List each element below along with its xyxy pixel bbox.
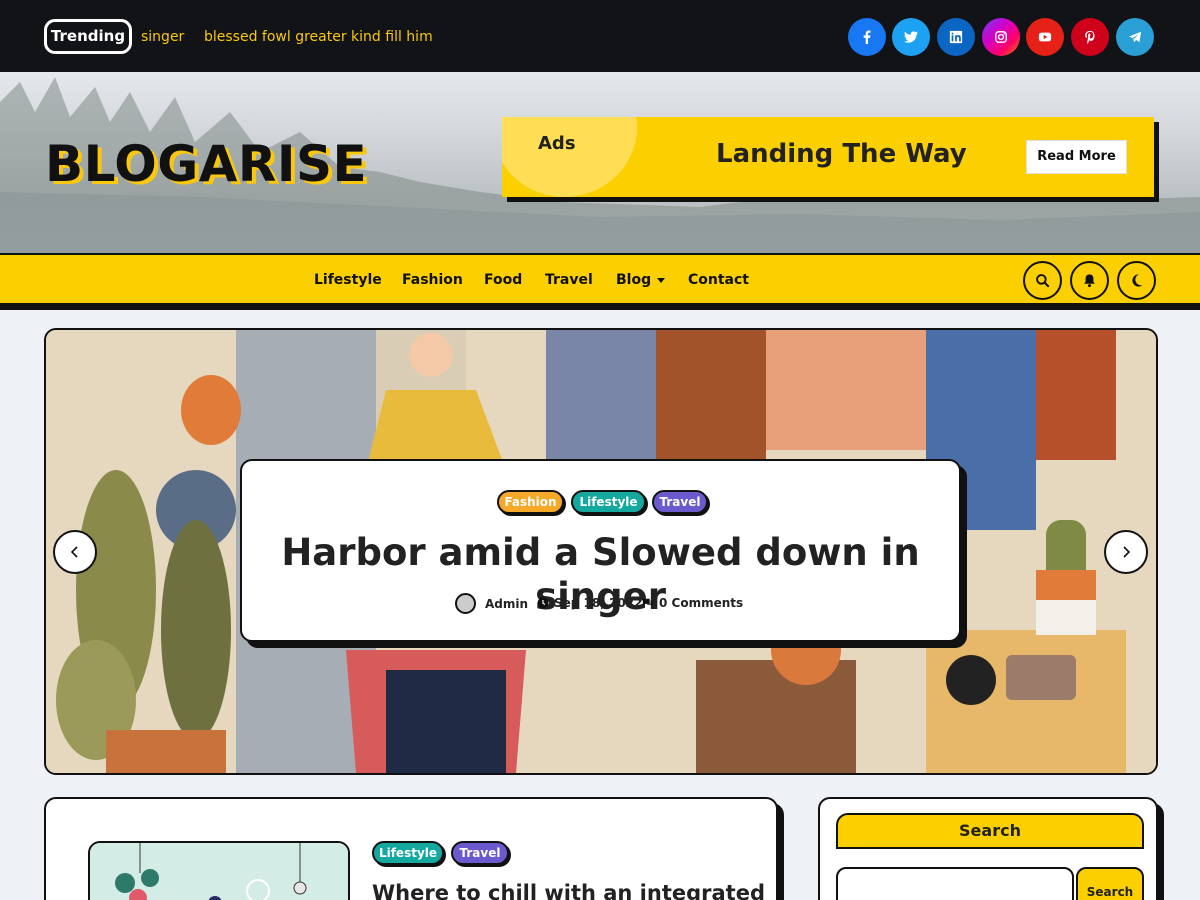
trending-link[interactable]: blessed fowl greater kind fill him [204, 28, 433, 46]
nav-item-blog-label: Blog [616, 272, 652, 288]
site-header: BLOGARISE Ads Landing The Way Read More [0, 72, 1200, 253]
sidebar-search-widget: Search Search [818, 797, 1158, 900]
linkedin-link[interactable] [937, 18, 975, 56]
search-submit-button[interactable]: Search [1076, 867, 1144, 900]
pinterest-link[interactable] [1071, 18, 1109, 56]
post-card: Lifestyle Travel Where to chill with an … [44, 797, 778, 900]
site-logo[interactable]: BLOGARISE [45, 136, 367, 192]
search-icon [1036, 274, 1050, 288]
tag-fashion[interactable]: Fashion [497, 490, 564, 514]
moon-icon [1132, 274, 1143, 287]
nav-item-food[interactable]: Food [484, 271, 522, 289]
ad-label: Ads [538, 133, 576, 154]
nav-item-contact[interactable]: Contact [688, 271, 749, 289]
nav-item-fashion[interactable]: Fashion [402, 271, 463, 289]
avatar [455, 593, 476, 614]
comments-text: 0 Comments [659, 596, 744, 610]
twitter-icon [904, 31, 918, 43]
nav-item-travel[interactable]: Travel [545, 271, 593, 289]
read-more-button[interactable]: Read More [1026, 140, 1127, 174]
comments-icon [642, 598, 654, 607]
slide-card: Fashion Lifestyle Travel Harbor amid a S… [240, 459, 961, 642]
youtube-icon [1038, 32, 1052, 42]
widget-title: Search [836, 813, 1144, 849]
search-button[interactable] [1023, 261, 1062, 300]
clock-icon [537, 597, 549, 609]
trending-link[interactable]: singer [141, 28, 184, 46]
chevron-right-icon [1123, 546, 1131, 558]
tag-lifestyle[interactable]: Lifestyle [571, 490, 646, 514]
post-thumbnail[interactable] [88, 841, 350, 900]
trending-badge: Trending [44, 19, 132, 54]
main-nav: Lifestyle Fashion Food Travel Blog Conta… [0, 253, 1200, 305]
facebook-icon [863, 30, 871, 44]
chevron-left-icon [70, 546, 78, 558]
nav-item-blog[interactable]: Blog [616, 271, 666, 289]
instagram-link[interactable] [982, 18, 1020, 56]
slider-next-button[interactable] [1104, 530, 1148, 574]
bell-icon [1084, 274, 1095, 288]
telegram-icon [1128, 31, 1142, 43]
slider-prev-button[interactable] [53, 530, 97, 574]
instagram-icon [995, 31, 1007, 43]
author-name: Admin [485, 596, 529, 611]
nav-item-lifestyle[interactable]: Lifestyle [314, 271, 382, 289]
post-date[interactable]: Sep 18, 2022 [537, 593, 642, 613]
ad-banner[interactable]: Ads Landing The Way Read More [502, 117, 1154, 197]
facebook-link[interactable] [848, 18, 886, 56]
tag-travel[interactable]: Travel [652, 490, 708, 514]
tag-travel[interactable]: Travel [451, 841, 509, 865]
notification-button[interactable] [1070, 261, 1109, 300]
tag-lifestyle[interactable]: Lifestyle [372, 841, 444, 865]
telegram-link[interactable] [1116, 18, 1154, 56]
plant-illustration-image [90, 843, 348, 900]
ad-title: Landing The Way [716, 139, 967, 169]
date-text: Sep 18, 2022 [554, 596, 643, 610]
dark-mode-toggle[interactable] [1117, 261, 1156, 300]
chevron-down-icon [657, 277, 666, 283]
post-author[interactable]: Admin [455, 593, 528, 614]
post-comments[interactable]: 0 Comments [642, 593, 743, 613]
linkedin-icon [949, 30, 963, 44]
youtube-link[interactable] [1026, 18, 1064, 56]
ad-decoration [502, 117, 637, 197]
top-bar: Trending singer blessed fowl greater kin… [0, 0, 1200, 72]
twitter-link[interactable] [892, 18, 930, 56]
search-input[interactable] [836, 867, 1074, 900]
post-title[interactable]: Where to chill with an integrated [372, 881, 765, 900]
pinterest-icon [1085, 30, 1095, 44]
